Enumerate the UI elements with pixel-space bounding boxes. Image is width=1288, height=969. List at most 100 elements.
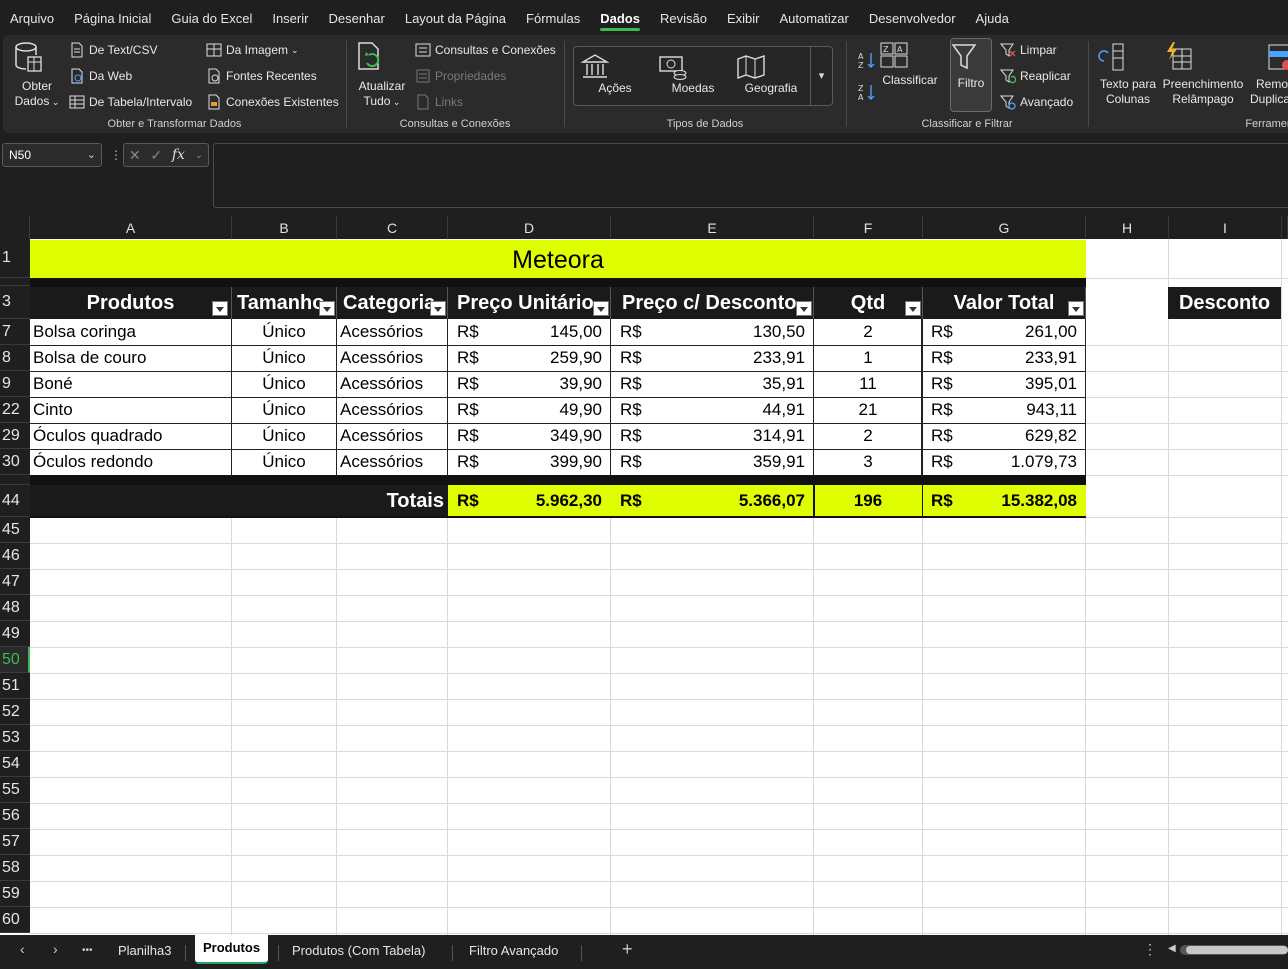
cell-qtd[interactable]: 21 xyxy=(814,397,922,423)
remover-duplicatas-button[interactable]: Remov Duplica xyxy=(1247,41,1288,107)
cell-total[interactable]: 943,11 xyxy=(971,397,1077,423)
cell-qtd[interactable]: 2 xyxy=(814,423,922,449)
row-header[interactable]: 3 xyxy=(0,286,30,319)
menu-tab-exibir[interactable]: Exibir xyxy=(717,0,770,34)
menu-tab-guia-do-excel[interactable]: Guia do Excel xyxy=(161,0,262,34)
reaplicar-button[interactable]: Reaplicar xyxy=(1000,66,1071,86)
total-qtd[interactable]: 196 xyxy=(814,485,922,517)
cell-preco[interactable]: 39,90 xyxy=(497,371,602,397)
add-sheet-button[interactable]: + xyxy=(622,939,633,960)
chevron-right-icon[interactable]: › xyxy=(53,941,58,957)
sort-az-button[interactable]: AZ xyxy=(858,49,878,69)
total-desconto[interactable]: 5.366,07 xyxy=(660,485,805,517)
column-header-g[interactable]: G xyxy=(923,216,1086,239)
menu-tab-automatizar[interactable]: Automatizar xyxy=(769,0,858,34)
cell-desconto[interactable]: 44,91 xyxy=(660,397,805,423)
spreadsheet-grid[interactable]: A B C D E F G H I 1 3 7 8 9 22 29 30 44 … xyxy=(0,216,1288,935)
cell-produto[interactable]: Óculos quadrado xyxy=(33,423,229,449)
row-header[interactable]: 55 xyxy=(0,777,30,803)
row-header[interactable] xyxy=(0,475,30,485)
cell-total[interactable]: 395,01 xyxy=(971,371,1077,397)
cell-preco[interactable]: 399,90 xyxy=(497,449,602,475)
column-header-f[interactable]: F xyxy=(814,216,923,239)
chevron-left-icon[interactable]: ‹ xyxy=(20,941,25,957)
row-header[interactable]: 29 xyxy=(0,423,30,449)
column-header-h[interactable]: H xyxy=(1086,216,1169,239)
menu-tab-desenhar[interactable]: Desenhar xyxy=(318,0,394,34)
links-button[interactable]: Links xyxy=(415,92,463,112)
cell-preco[interactable]: 349,90 xyxy=(497,423,602,449)
row-header[interactable]: 22 xyxy=(0,397,30,423)
cell-categoria[interactable]: Acessórios xyxy=(340,397,446,423)
row-header[interactable]: 7 xyxy=(0,319,30,345)
consultas-conexoes-button[interactable]: Consultas e Conexões xyxy=(415,40,556,60)
cell-qtd[interactable]: 2 xyxy=(814,319,922,345)
row-header[interactable]: 53 xyxy=(0,725,30,751)
menu-tab-formulas[interactable]: Fórmulas xyxy=(516,0,590,34)
cell-categoria[interactable]: Acessórios xyxy=(340,345,446,371)
cell-total[interactable]: 233,91 xyxy=(971,345,1077,371)
row-header[interactable]: 44 xyxy=(0,485,30,517)
cell-produto[interactable]: Boné xyxy=(33,371,229,397)
cell-produto[interactable]: Cinto xyxy=(33,397,229,423)
row-header[interactable]: 56 xyxy=(0,803,30,829)
cell-desconto[interactable]: 314,91 xyxy=(660,423,805,449)
column-header-c[interactable]: C xyxy=(337,216,448,239)
sort-za-button[interactable]: ZA xyxy=(858,81,878,101)
header-desconto[interactable]: Desconto xyxy=(1168,287,1281,319)
obter-dados-button[interactable]: Obter Dados ⌄ xyxy=(13,41,61,110)
row-header[interactable]: 58 xyxy=(0,855,30,881)
cell-total[interactable]: 1.079,73 xyxy=(971,449,1077,475)
acoes-button[interactable]: Ações xyxy=(580,53,650,95)
sheet-tab-filtro-avancado[interactable]: Filtro Avançado xyxy=(461,940,566,964)
sheet-tab-produtos-com-tabela[interactable]: Produtos (Com Tabela) xyxy=(284,940,433,964)
preenchimento-relampago-button[interactable]: Preenchimento Relâmpago xyxy=(1161,41,1245,107)
cell-categoria[interactable]: Acessórios xyxy=(340,319,446,345)
scroll-left-icon[interactable]: ◀ xyxy=(1168,943,1176,954)
menu-tab-revisao[interactable]: Revisão xyxy=(650,0,717,34)
cell-qtd[interactable]: 11 xyxy=(814,371,922,397)
confirm-icon[interactable]: ✓ xyxy=(150,147,162,164)
row-header-selected[interactable]: 50 xyxy=(0,647,30,673)
geografia-button[interactable]: Geografia xyxy=(736,53,806,95)
da-imagem-button[interactable]: Da Imagem ⌄ xyxy=(206,40,299,60)
name-box[interactable]: N50 ⌄ xyxy=(2,143,102,167)
cell-total[interactable]: 261,00 xyxy=(971,319,1077,345)
row-header[interactable]: 51 xyxy=(0,673,30,699)
row-header[interactable]: 46 xyxy=(0,543,30,569)
cell-tamanho[interactable]: Único xyxy=(232,397,336,423)
chevron-down-icon[interactable]: ⌄ xyxy=(87,144,96,166)
column-header-a[interactable]: A xyxy=(30,216,232,239)
sheet-title[interactable]: Meteora xyxy=(30,240,1086,278)
cancel-icon[interactable]: ✕ xyxy=(129,147,141,164)
row-header[interactable]: 45 xyxy=(0,517,30,543)
limpar-button[interactable]: Limpar xyxy=(1000,40,1057,60)
row-header[interactable]: 9 xyxy=(0,371,30,397)
row-header[interactable]: 59 xyxy=(0,881,30,907)
conexoes-existentes-button[interactable]: Conexões Existentes xyxy=(206,92,339,112)
chevron-down-icon[interactable]: ⌄ xyxy=(195,150,203,161)
cell-qtd[interactable]: 3 xyxy=(814,449,922,475)
sheet-tab-planilha3[interactable]: Planilha3 xyxy=(110,940,180,964)
insert-function-button[interactable]: fx xyxy=(172,147,185,163)
row-header[interactable]: 52 xyxy=(0,699,30,725)
row-header[interactable]: 47 xyxy=(0,569,30,595)
cell-produto[interactable]: Bolsa de couro xyxy=(33,345,229,371)
header-preco-unitario[interactable]: Preço Unitário xyxy=(448,287,611,319)
total-valor[interactable]: 15.382,08 xyxy=(971,485,1077,517)
header-valor-total[interactable]: Valor Total xyxy=(923,287,1086,319)
row-header[interactable] xyxy=(0,278,30,286)
cell-preco[interactable]: 259,90 xyxy=(497,345,602,371)
column-header-e[interactable]: E xyxy=(611,216,814,239)
column-header-i[interactable]: I xyxy=(1169,216,1282,239)
filter-dropdown-icon[interactable] xyxy=(212,301,228,316)
total-preco[interactable]: 5.962,30 xyxy=(497,485,602,517)
classificar-button[interactable]: ZA Classificar xyxy=(879,41,941,88)
filter-dropdown-icon[interactable] xyxy=(905,301,921,316)
filtro-button[interactable]: Filtro xyxy=(950,38,992,112)
cell-desconto[interactable]: 233,91 xyxy=(660,345,805,371)
filter-applied-icon[interactable] xyxy=(430,301,446,316)
row-header[interactable]: 54 xyxy=(0,751,30,777)
header-produtos[interactable]: Produtos xyxy=(30,287,232,319)
moedas-button[interactable]: Moedas xyxy=(658,53,728,95)
